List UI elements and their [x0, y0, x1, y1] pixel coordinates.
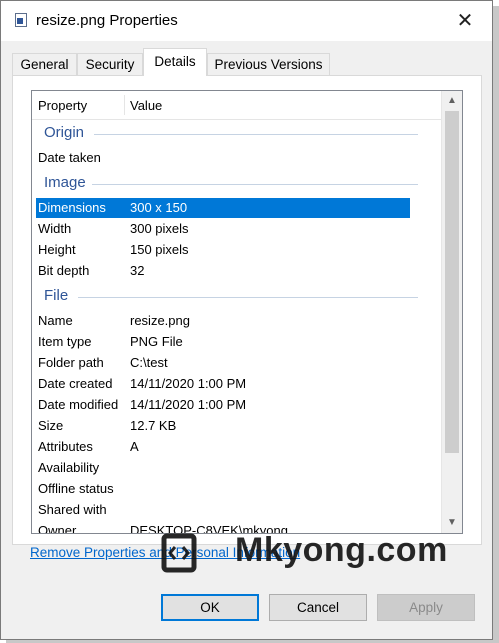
tab-general[interactable]: General — [12, 53, 77, 75]
group-divider — [92, 184, 418, 185]
tab-details[interactable]: Details — [143, 48, 207, 76]
property-value: resize.png — [130, 313, 190, 328]
list-item[interactable]: Date taken — [36, 148, 406, 168]
property-value: 300 x 150 — [130, 200, 188, 215]
property-name: Shared with — [38, 502, 107, 517]
list-item[interactable]: Size 12.7 KB — [36, 416, 406, 436]
group-file: File — [44, 287, 69, 304]
column-header-value[interactable]: Value — [130, 98, 162, 113]
group-divider — [94, 134, 418, 135]
property-name: Name — [38, 313, 73, 328]
property-name: Availability — [38, 460, 100, 475]
property-name: Folder path — [38, 355, 104, 370]
column-divider[interactable] — [124, 95, 125, 115]
property-value: C:\test — [130, 355, 168, 370]
window-title: resize.png Properties — [36, 12, 178, 29]
property-value: 300 pixels — [130, 221, 189, 236]
watermark-text: Mkyong.com — [235, 531, 448, 569]
list-item-selected[interactable]: Dimensions 300 x 150 — [36, 198, 410, 218]
list-item[interactable]: Offline status — [36, 479, 406, 499]
list-item[interactable]: Height 150 pixels — [36, 240, 406, 260]
property-value: PNG File — [130, 334, 183, 349]
tab-security[interactable]: Security — [77, 53, 143, 75]
list-item[interactable]: Availability — [36, 458, 406, 478]
property-name: Date created — [38, 376, 113, 391]
list-header: Property Value — [32, 91, 441, 120]
window-shadow-right — [493, 6, 499, 643]
property-name: Size — [38, 418, 64, 433]
property-value: 150 pixels — [130, 242, 189, 257]
property-value: 12.7 KB — [130, 418, 177, 433]
title-bar: resize.png Properties ✕ — [1, 1, 492, 41]
apply-button[interactable]: Apply — [377, 594, 475, 621]
list-item[interactable]: Folder path C:\test — [36, 353, 406, 373]
close-icon[interactable]: ✕ — [452, 8, 478, 34]
properties-list[interactable]: Property Value Origin Date taken Image D… — [31, 90, 463, 534]
properties-dialog: resize.png Properties ✕ General Security… — [0, 0, 493, 640]
group-origin: Origin — [44, 124, 85, 141]
property-value: 14/11/2020 1:00 PM — [130, 397, 247, 412]
property-value: A — [130, 439, 139, 454]
tab-previous-versions[interactable]: Previous Versions — [207, 53, 330, 75]
property-name: Height — [38, 242, 76, 257]
property-name: Attributes — [38, 439, 93, 454]
cancel-button[interactable]: Cancel — [269, 594, 367, 621]
property-name: Date modified — [38, 397, 119, 412]
group-image: Image — [44, 174, 86, 191]
ok-button[interactable]: OK — [161, 594, 259, 621]
column-header-property[interactable]: Property — [38, 98, 87, 113]
details-panel: Property Value Origin Date taken Image D… — [12, 75, 482, 545]
watermark-logo-icon — [161, 533, 197, 573]
property-name: Date taken — [38, 150, 101, 165]
list-item[interactable]: Date created 14/11/2020 1:00 PM — [36, 374, 406, 394]
property-value: 32 — [130, 263, 145, 278]
property-value: 14/11/2020 1:00 PM — [130, 376, 247, 391]
watermark: Mkyong.com — [161, 529, 481, 579]
property-name: Width — [38, 221, 72, 236]
scroll-up-icon[interactable]: ▲ — [442, 92, 462, 110]
list-item[interactable]: Date modified 14/11/2020 1:00 PM — [36, 395, 406, 415]
list-item[interactable]: Item type PNG File — [36, 332, 406, 352]
vertical-scrollbar[interactable]: ▲ ▼ — [441, 91, 462, 533]
scrollbar-thumb[interactable] — [445, 111, 459, 453]
property-name: Bit depth — [38, 263, 90, 278]
property-name: Offline status — [38, 481, 114, 496]
list-item[interactable]: Name resize.png — [36, 311, 406, 331]
list-item[interactable]: Width 300 pixels — [36, 219, 406, 239]
property-name: Item type — [38, 334, 92, 349]
list-item[interactable]: Attributes A — [36, 437, 406, 457]
image-file-icon — [15, 13, 27, 27]
property-name: Owner — [38, 523, 77, 534]
group-divider — [78, 297, 418, 298]
list-item[interactable]: Shared with — [36, 500, 406, 520]
property-name: Dimensions — [38, 200, 106, 215]
list-item[interactable]: Bit depth 32 — [36, 261, 406, 281]
